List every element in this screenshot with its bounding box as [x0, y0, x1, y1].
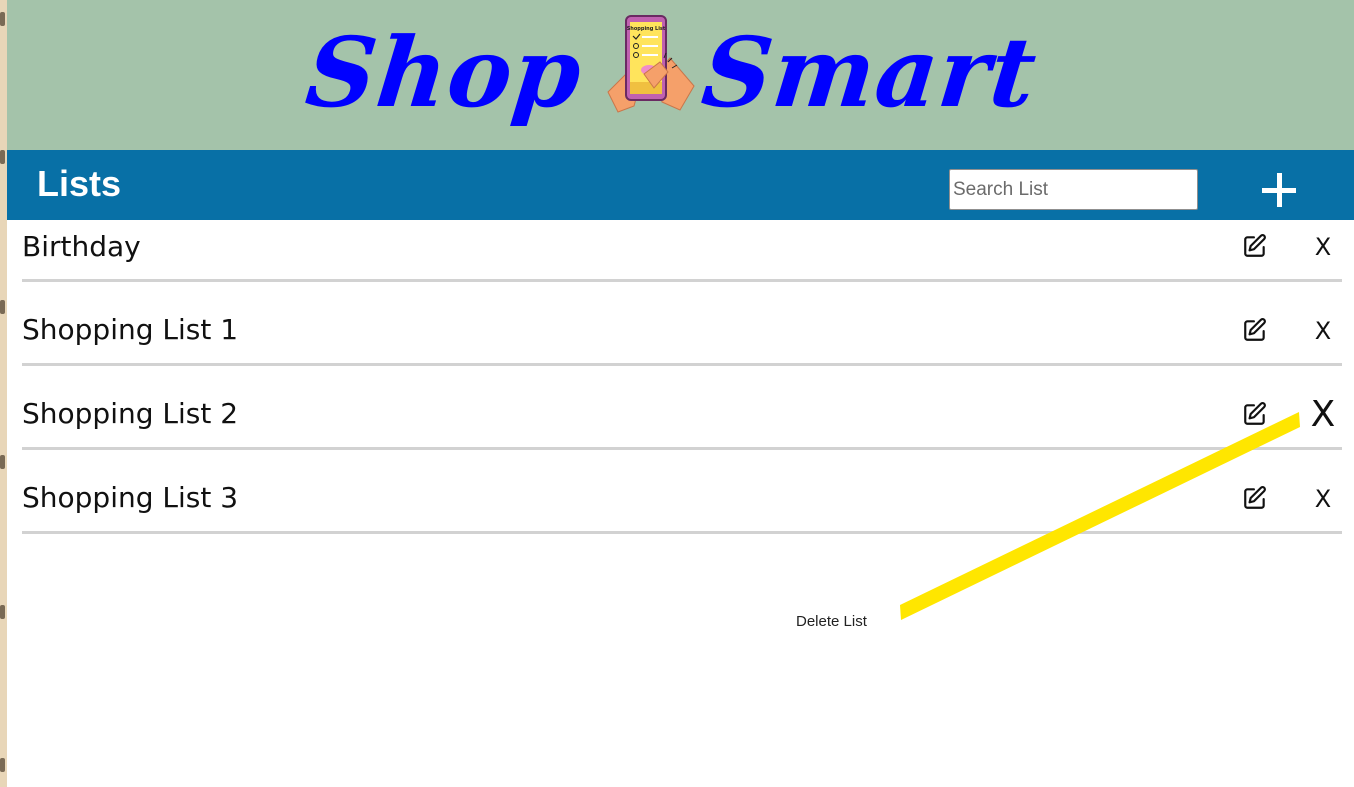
list-item: Shopping List 1 X: [22, 282, 1342, 366]
search-input[interactable]: [949, 169, 1198, 210]
edit-icon[interactable]: [1242, 485, 1268, 511]
logo-word-shop: Shop: [301, 16, 588, 129]
app-window: Shop Shopping List Smart Lists Search Li…: [7, 0, 1354, 787]
svg-text:Shopping List: Shopping List: [627, 26, 666, 32]
add-list-button[interactable]: [1257, 168, 1301, 212]
list-item: Birthday X: [22, 220, 1342, 282]
edit-icon[interactable]: [1242, 401, 1268, 427]
list-name[interactable]: Shopping List 3: [22, 481, 238, 515]
delete-list-button[interactable]: X: [1310, 484, 1336, 514]
annotation-label: Delete List: [796, 613, 867, 630]
lists-toolbar: Lists: [7, 150, 1354, 220]
delete-list-button[interactable]: X: [1310, 232, 1336, 262]
edit-icon[interactable]: [1242, 233, 1268, 259]
list-name[interactable]: Shopping List 1: [22, 313, 238, 347]
edit-icon[interactable]: [1242, 317, 1268, 343]
list-item: Shopping List 3 X: [22, 450, 1342, 534]
list-item: Shopping List 2 X: [22, 366, 1342, 450]
brand-header: Shop Shopping List Smart: [7, 0, 1354, 150]
logo: Shop Shopping List Smart: [7, 0, 1354, 150]
list-name[interactable]: Shopping List 2: [22, 397, 238, 431]
logo-word-smart: Smart: [697, 16, 1043, 129]
delete-list-button[interactable]: X: [1310, 316, 1336, 346]
background-edge: [0, 0, 7, 787]
page-title: Lists: [37, 163, 122, 204]
delete-list-button-hovered[interactable]: X: [1305, 397, 1341, 433]
list-name[interactable]: Birthday: [22, 230, 141, 264]
phone-hand-icon: Shopping List: [607, 15, 695, 113]
